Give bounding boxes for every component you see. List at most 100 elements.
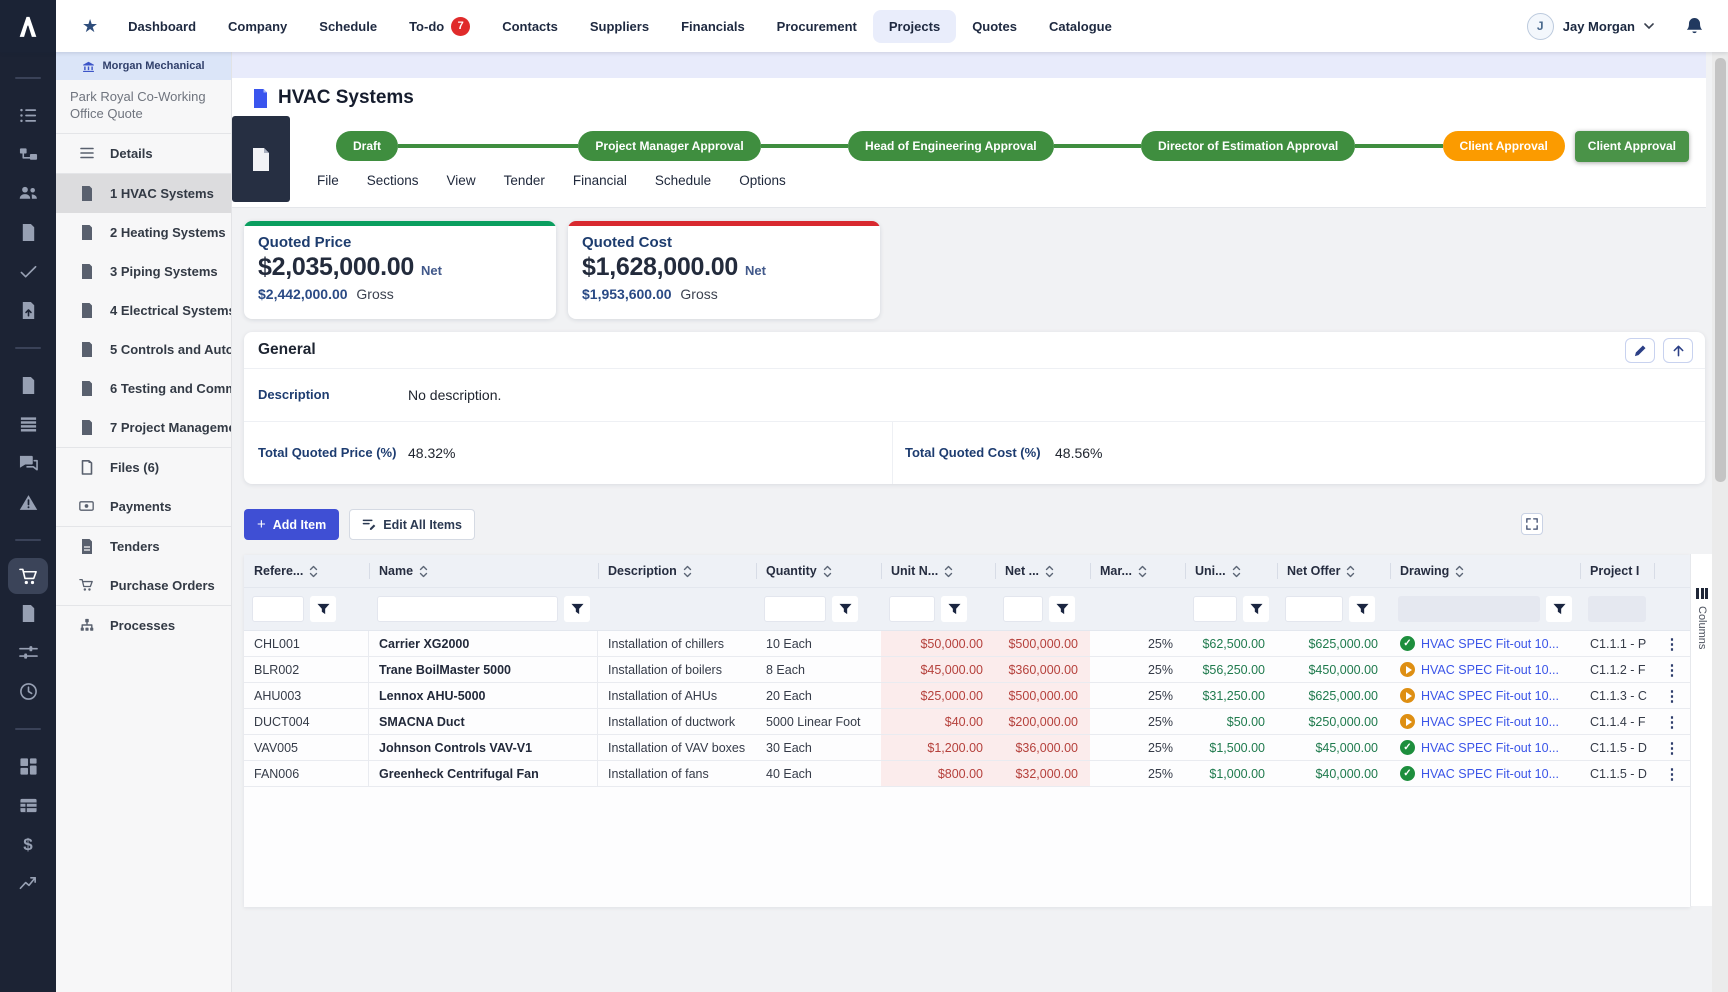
sitemap-icon[interactable] <box>8 135 48 174</box>
sidebar-item-files[interactable]: Files (6) <box>56 448 231 487</box>
drawing-link[interactable]: HVAC SPEC Fit-out 10... <box>1421 767 1559 781</box>
drawing-link[interactable]: HVAC SPEC Fit-out 10... <box>1421 637 1559 651</box>
sidebar-item-section-4[interactable]: 4 Electrical Systems <box>56 291 231 330</box>
column-header-unit[interactable]: Uni... <box>1185 555 1277 587</box>
nav-item-dashboard[interactable]: Dashboard <box>112 10 212 43</box>
row-menu-button[interactable]: ⋮ <box>1654 761 1690 786</box>
nav-item-catalogue[interactable]: Catalogue <box>1033 10 1128 43</box>
nav-item-procurement[interactable]: Procurement <box>761 10 873 43</box>
company-breadcrumb[interactable]: Morgan Mechanical <box>56 52 231 80</box>
workflow-step-pm-approval[interactable]: Project Manager Approval <box>578 131 760 161</box>
add-item-button[interactable]: + Add Item <box>244 509 339 540</box>
user-menu[interactable]: J Jay Morgan <box>1527 13 1728 40</box>
drawing-link[interactable]: HVAC SPEC Fit-out 10... <box>1421 663 1559 677</box>
menu-file[interactable]: File <box>317 173 339 188</box>
workflow-step-estimation-approval[interactable]: Director of Estimation Approval <box>1141 131 1355 161</box>
nav-item-todo[interactable]: To-do7 <box>393 8 486 45</box>
filter-funnel-button[interactable] <box>1243 596 1269 622</box>
trend-icon[interactable] <box>8 864 48 903</box>
table-row[interactable]: VAV005 Johnson Controls VAV-V1 Installat… <box>244 735 1690 761</box>
column-header-net[interactable]: Net ... <box>995 555 1090 587</box>
workflow-step-draft[interactable]: Draft <box>336 131 398 161</box>
scrollbar-thumb[interactable] <box>1715 58 1726 482</box>
row-menu-button[interactable]: ⋮ <box>1654 631 1690 656</box>
row-menu-button[interactable]: ⋮ <box>1654 709 1690 734</box>
column-header-unit-net[interactable]: Unit N... <box>881 555 995 587</box>
sidebar-item-section-5[interactable]: 5 Controls and Automation <box>56 330 231 369</box>
sidebar-item-section-7[interactable]: 7 Project Management <box>56 408 231 447</box>
fullscreen-button[interactable] <box>1521 513 1543 535</box>
column-header-net-offer[interactable]: Net Offer <box>1277 555 1390 587</box>
column-header-name[interactable]: Name <box>369 555 598 587</box>
nav-item-contacts[interactable]: Contacts <box>486 10 574 43</box>
column-header-drawing[interactable]: Drawing <box>1390 555 1580 587</box>
filter-input-quantity[interactable] <box>764 596 826 622</box>
nav-item-schedule[interactable]: Schedule <box>303 10 393 43</box>
workflow-step-client-approval[interactable]: Client Approval <box>1443 131 1565 161</box>
nav-item-quotes[interactable]: Quotes <box>956 10 1033 43</box>
menu-tender[interactable]: Tender <box>504 173 545 188</box>
filter-input-net-offer[interactable] <box>1285 596 1343 622</box>
cart-icon[interactable] <box>8 558 48 594</box>
table-icon[interactable] <box>8 786 48 825</box>
sidebar-item-section-2[interactable]: 2 Heating Systems <box>56 213 231 252</box>
filter-funnel-button[interactable] <box>1049 596 1075 622</box>
drawing-link[interactable]: HVAC SPEC Fit-out 10... <box>1421 689 1559 703</box>
clock-icon[interactable] <box>8 672 48 711</box>
document-icon[interactable] <box>8 366 48 405</box>
sidebar-item-processes[interactable]: Processes <box>56 606 231 645</box>
filter-input-unit[interactable] <box>1193 596 1237 622</box>
document-icon[interactable] <box>8 213 48 252</box>
sidebar-item-section-6[interactable]: 6 Testing and Commissioning <box>56 369 231 408</box>
nav-item-projects[interactable]: Projects <box>873 10 956 43</box>
section-tab[interactable] <box>232 116 290 202</box>
table-row[interactable]: CHL001 Carrier XG2000 Installation of ch… <box>244 631 1690 657</box>
filter-input-name[interactable] <box>377 596 558 622</box>
row-menu-button[interactable]: ⋮ <box>1654 657 1690 682</box>
sidebar-item-section-3[interactable]: 3 Piping Systems <box>56 252 231 291</box>
list-icon[interactable] <box>8 96 48 135</box>
chat-icon[interactable] <box>8 444 48 483</box>
menu-sections[interactable]: Sections <box>367 173 419 188</box>
menu-financial[interactable]: Financial <box>573 173 627 188</box>
favorite-star-icon[interactable]: ★ <box>82 17 98 35</box>
table-row[interactable]: DUCT004 SMACNA Duct Installation of duct… <box>244 709 1690 735</box>
filter-funnel-button[interactable] <box>832 596 858 622</box>
table-row[interactable]: AHU003 Lennox AHU-5000 Installation of A… <box>244 683 1690 709</box>
nav-item-suppliers[interactable]: Suppliers <box>574 10 665 43</box>
menu-options[interactable]: Options <box>739 173 786 188</box>
nav-item-financials[interactable]: Financials <box>665 10 761 43</box>
app-logo[interactable] <box>0 0 56 52</box>
grid-icon[interactable] <box>8 747 48 786</box>
dollar-icon[interactable]: $ <box>8 825 48 864</box>
column-header-project[interactable]: Project I <box>1580 555 1654 587</box>
table-row[interactable]: BLR002 Trane BoilMaster 5000 Installatio… <box>244 657 1690 683</box>
filter-funnel-button[interactable] <box>310 596 336 622</box>
workflow-step-engineering-approval[interactable]: Head of Engineering Approval <box>848 131 1054 161</box>
filter-funnel-button[interactable] <box>1349 596 1375 622</box>
table-row[interactable]: FAN006 Greenheck Centrifugal Fan Install… <box>244 761 1690 787</box>
column-header-margin[interactable]: Mar... <box>1090 555 1185 587</box>
sidebar-item-tenders[interactable]: Tenders <box>56 527 231 566</box>
avatar[interactable]: J <box>1527 13 1554 40</box>
edit-button[interactable] <box>1625 338 1655 363</box>
rows-icon[interactable] <box>8 405 48 444</box>
column-header-quantity[interactable]: Quantity <box>756 555 881 587</box>
menu-view[interactable]: View <box>447 173 476 188</box>
filter-funnel-button[interactable] <box>564 596 590 622</box>
sidebar-item-purchase-orders[interactable]: Purchase Orders <box>56 566 231 605</box>
edit-all-items-button[interactable]: Edit All Items <box>349 509 475 540</box>
check-icon[interactable] <box>8 252 48 291</box>
column-header-reference[interactable]: Refere... <box>244 555 369 587</box>
sidebar-item-details[interactable]: Details <box>56 134 231 173</box>
document-icon[interactable] <box>8 594 48 633</box>
drawing-link[interactable]: HVAC SPEC Fit-out 10... <box>1421 715 1559 729</box>
client-approval-button[interactable]: Client Approval <box>1575 131 1689 162</box>
notifications-bell-icon[interactable] <box>1685 16 1704 37</box>
users-icon[interactable] <box>8 174 48 213</box>
filter-input-net[interactable] <box>1003 596 1043 622</box>
column-header-description[interactable]: Description <box>598 555 756 587</box>
columns-panel-toggle[interactable]: Columns <box>1690 554 1713 906</box>
row-menu-button[interactable]: ⋮ <box>1654 683 1690 708</box>
filter-funnel-button[interactable] <box>1546 596 1572 622</box>
